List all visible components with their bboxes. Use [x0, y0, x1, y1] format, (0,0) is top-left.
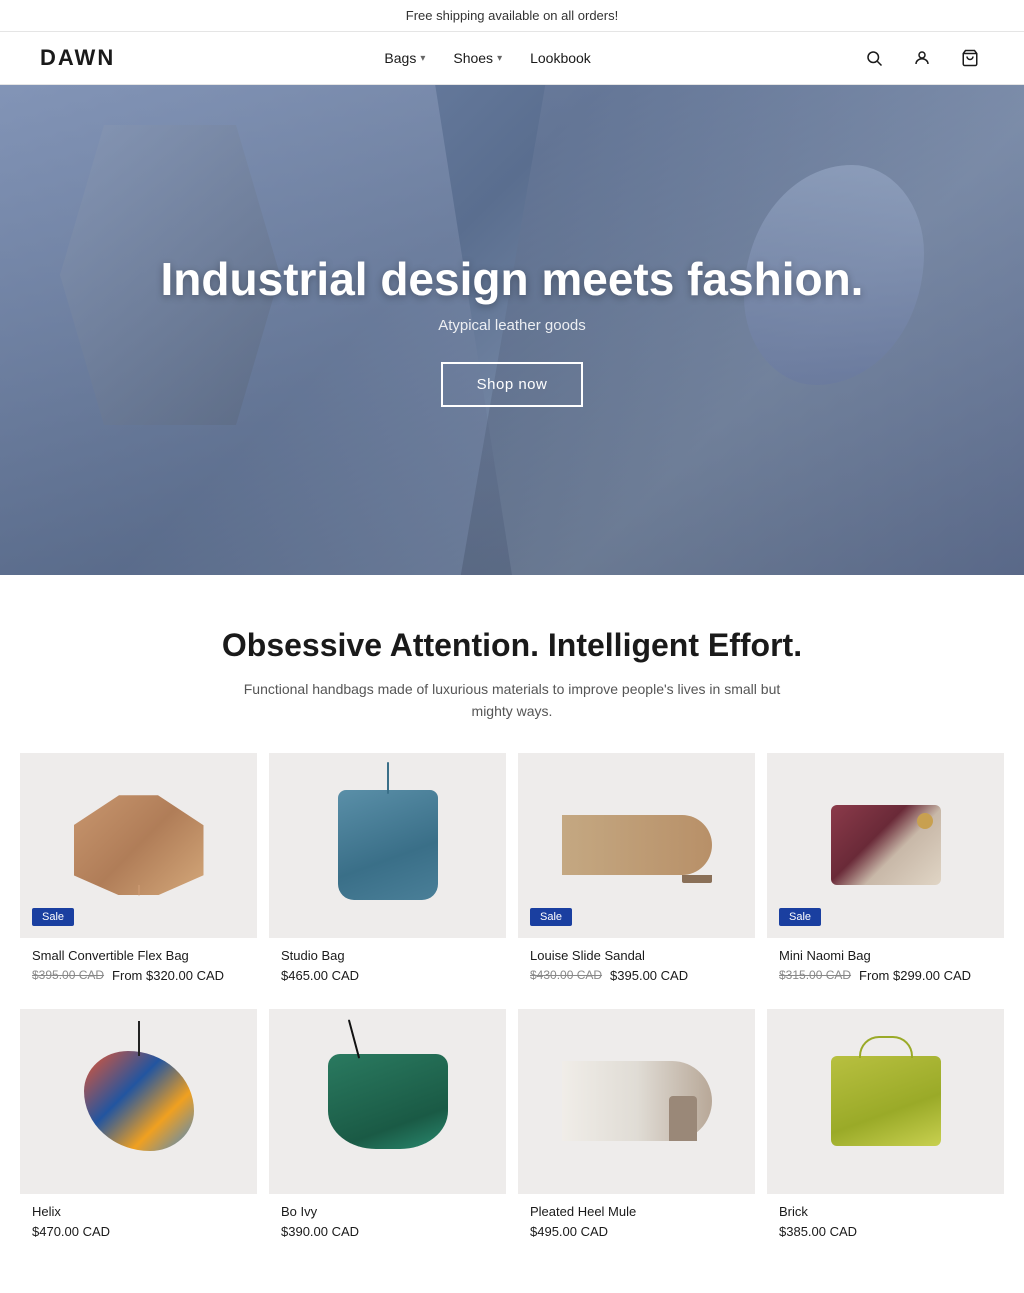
mule-pleated-image — [562, 1061, 712, 1141]
bag-studio-image — [338, 790, 438, 900]
product-info: Helix $470.00 CAD — [20, 1194, 257, 1253]
product-pricing: $390.00 CAD — [281, 1224, 494, 1239]
search-button[interactable] — [860, 44, 888, 72]
product-pricing: $495.00 CAD — [530, 1224, 743, 1239]
product-card[interactable]: Brick $385.00 CAD — [767, 1009, 1004, 1253]
hero-title: Industrial design meets fashion. — [161, 253, 864, 306]
product-image — [269, 753, 506, 938]
main-nav: Bags ▾ Shoes ▾ Lookbook — [384, 50, 590, 66]
product-card[interactable]: Sale Mini Naomi Bag $315.00 CAD From $29… — [767, 753, 1004, 997]
regular-price: $465.00 CAD — [281, 968, 359, 983]
original-price: $395.00 CAD — [32, 968, 104, 982]
cart-button[interactable] — [956, 44, 984, 72]
bag-brick-image — [831, 1056, 941, 1146]
bag-bo-ivy-image — [328, 1054, 448, 1149]
product-image — [20, 1009, 257, 1194]
sale-price: From $320.00 CAD — [112, 968, 224, 983]
product-info: Small Convertible Flex Bag $395.00 CAD F… — [20, 938, 257, 997]
product-image: Sale — [20, 753, 257, 938]
product-name: Brick — [779, 1204, 992, 1219]
product-info: Louise Slide Sandal $430.00 CAD $395.00 … — [518, 938, 755, 997]
product-info: Bo Ivy $390.00 CAD — [269, 1194, 506, 1253]
section-title: Obsessive Attention. Intelligent Effort. — [20, 627, 1004, 664]
hero-section: Industrial design meets fashion. Atypica… — [0, 85, 1024, 575]
hero-shop-now-button[interactable]: Shop now — [441, 362, 584, 407]
hero-content: Industrial design meets fashion. Atypica… — [161, 253, 864, 408]
product-card[interactable]: Studio Bag $465.00 CAD — [269, 753, 506, 997]
section-header: Obsessive Attention. Intelligent Effort.… — [0, 575, 1024, 753]
original-price: $315.00 CAD — [779, 968, 851, 982]
account-button[interactable] — [908, 44, 936, 72]
product-image — [269, 1009, 506, 1194]
product-name: Small Convertible Flex Bag — [32, 948, 245, 963]
product-pricing: $385.00 CAD — [779, 1224, 992, 1239]
regular-price: $495.00 CAD — [530, 1224, 608, 1239]
sale-badge: Sale — [530, 908, 572, 926]
product-pricing: $315.00 CAD From $299.00 CAD — [779, 968, 992, 983]
product-grid: Sale Small Convertible Flex Bag $395.00 … — [0, 753, 1024, 1293]
product-pricing: $465.00 CAD — [281, 968, 494, 983]
regular-price: $385.00 CAD — [779, 1224, 857, 1239]
product-info: Brick $385.00 CAD — [767, 1194, 1004, 1253]
product-name: Mini Naomi Bag — [779, 948, 992, 963]
product-image — [518, 1009, 755, 1194]
product-info: Mini Naomi Bag $315.00 CAD From $299.00 … — [767, 938, 1004, 997]
bag-small-convertible-image — [74, 795, 204, 895]
announcement-bar: Free shipping available on all orders! — [0, 0, 1024, 32]
header-icons — [860, 44, 984, 72]
product-name: Bo Ivy — [281, 1204, 494, 1219]
product-card[interactable]: Pleated Heel Mule $495.00 CAD — [518, 1009, 755, 1253]
product-card[interactable]: Helix $470.00 CAD — [20, 1009, 257, 1253]
product-info: Studio Bag $465.00 CAD — [269, 938, 506, 997]
product-name: Studio Bag — [281, 948, 494, 963]
sale-price: From $299.00 CAD — [859, 968, 971, 983]
sale-price: $395.00 CAD — [610, 968, 688, 983]
header: DAWN Bags ▾ Shoes ▾ Lookbook — [0, 32, 1024, 85]
section-subtitle: Functional handbags made of luxurious ma… — [232, 678, 792, 723]
bag-mini-naomi-image — [831, 805, 941, 885]
announcement-text: Free shipping available on all orders! — [406, 8, 618, 23]
sale-badge: Sale — [779, 908, 821, 926]
product-info: Pleated Heel Mule $495.00 CAD — [518, 1194, 755, 1253]
product-card[interactable]: Bo Ivy $390.00 CAD — [269, 1009, 506, 1253]
product-pricing: $395.00 CAD From $320.00 CAD — [32, 968, 245, 983]
sandal-louise-image — [562, 815, 712, 875]
product-name: Helix — [32, 1204, 245, 1219]
logo[interactable]: DAWN — [40, 45, 115, 71]
regular-price: $390.00 CAD — [281, 1224, 359, 1239]
product-name: Pleated Heel Mule — [530, 1204, 743, 1219]
nav-shoes[interactable]: Shoes ▾ — [453, 50, 502, 66]
nav-lookbook[interactable]: Lookbook — [530, 50, 591, 66]
product-image: Sale — [518, 753, 755, 938]
regular-price: $470.00 CAD — [32, 1224, 110, 1239]
product-image — [767, 1009, 1004, 1194]
product-pricing: $430.00 CAD $395.00 CAD — [530, 968, 743, 983]
original-price: $430.00 CAD — [530, 968, 602, 982]
sale-badge: Sale — [32, 908, 74, 926]
nav-bags[interactable]: Bags ▾ — [384, 50, 425, 66]
product-name: Louise Slide Sandal — [530, 948, 743, 963]
product-pricing: $470.00 CAD — [32, 1224, 245, 1239]
bag-helix-image — [84, 1051, 194, 1151]
chevron-down-icon: ▾ — [497, 53, 502, 64]
chevron-down-icon: ▾ — [420, 53, 425, 64]
product-card[interactable]: Sale Small Convertible Flex Bag $395.00 … — [20, 753, 257, 997]
product-card[interactable]: Sale Louise Slide Sandal $430.00 CAD $39… — [518, 753, 755, 997]
product-image: Sale — [767, 753, 1004, 938]
hero-subtitle: Atypical leather goods — [161, 317, 864, 334]
